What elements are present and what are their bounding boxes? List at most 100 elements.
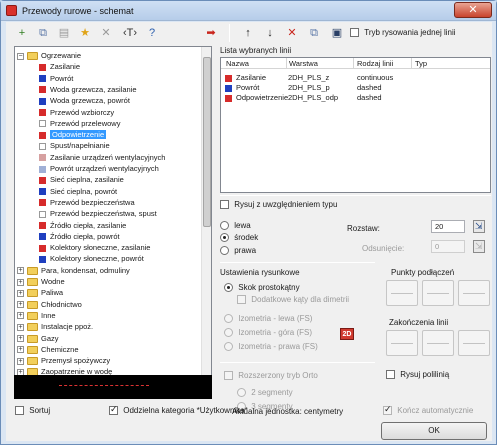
tree-item[interactable]: Spust/napełnianie bbox=[39, 140, 110, 151]
tree-item[interactable]: Kolektory słoneczne, powrót bbox=[39, 253, 144, 264]
align-center-radio[interactable] bbox=[220, 233, 229, 243]
new-icon[interactable]: + bbox=[14, 25, 30, 41]
close-button[interactable]: ✕ bbox=[454, 2, 492, 18]
column-name[interactable]: Nazwa bbox=[226, 59, 249, 68]
tree-group-ogrzewanie[interactable]: − Ogrzewanie bbox=[17, 50, 81, 61]
auto-finish-option[interactable]: Kończ automatycznie bbox=[383, 404, 473, 416]
column-type[interactable]: Typ bbox=[415, 59, 427, 68]
tree-item[interactable]: Sieć cieplna, zasilanie bbox=[39, 174, 124, 185]
expand-icon[interactable]: + bbox=[17, 312, 24, 320]
tree-group[interactable]: + Wodne bbox=[17, 276, 65, 287]
polyline-checkbox[interactable] bbox=[386, 370, 395, 380]
single-line-mode[interactable]: Tryb rysowania jednej linii bbox=[350, 28, 456, 38]
move-up-icon[interactable]: ↑ bbox=[240, 25, 256, 41]
tree-item[interactable]: Powrót urządzeń wentylacyjnych bbox=[39, 163, 159, 174]
tree-item[interactable]: Zasilanie urządzeń wentylacyjnych bbox=[39, 152, 165, 163]
iso-top-radio[interactable] bbox=[224, 328, 233, 338]
expand-icon[interactable]: + bbox=[17, 278, 24, 286]
tree-group[interactable]: + Chemiczne bbox=[17, 344, 79, 355]
segments-2-option[interactable]: 2 segmenty bbox=[237, 388, 293, 398]
save-icon[interactable]: ▣ bbox=[329, 25, 345, 41]
tree-item[interactable]: Przewód bezpieczeństwa, spust bbox=[39, 208, 157, 219]
duplicate-icon[interactable]: ⧉ bbox=[306, 25, 322, 41]
tree-group[interactable]: + Gazy bbox=[17, 333, 59, 344]
tree-item[interactable]: Źródło ciepła, zasilanie bbox=[39, 220, 126, 231]
ok-button[interactable]: OK bbox=[381, 422, 487, 440]
tree-group[interactable]: + Chłodnictwo bbox=[17, 299, 82, 310]
segments-2-radio[interactable] bbox=[237, 388, 246, 398]
tree-item[interactable]: Przewód wzbiorczy bbox=[39, 107, 114, 118]
offset-input[interactable]: 0 bbox=[431, 240, 465, 253]
tree-group[interactable]: + Inne bbox=[17, 310, 56, 321]
selected-lines-list[interactable]: Nazwa Warstwa Rodzaj linii Typ Zasilanie… bbox=[220, 57, 491, 193]
tree-group[interactable]: + Przemysł spożywczy bbox=[17, 355, 110, 366]
expand-icon[interactable]: + bbox=[17, 357, 24, 365]
expand-icon[interactable]: + bbox=[17, 346, 24, 354]
connection-none-button[interactable] bbox=[386, 280, 418, 306]
tree-scrollbar[interactable] bbox=[201, 47, 211, 380]
tree-item[interactable]: Sieć cieplna, powrót bbox=[39, 186, 117, 197]
line-category-tree[interactable]: − Ogrzewanie Zasilanie Powrót Woda grzewcza,… bbox=[14, 46, 212, 381]
iso-right-radio[interactable] bbox=[224, 342, 233, 352]
move-right-icon[interactable]: ➡ bbox=[203, 25, 219, 41]
expand-icon[interactable]: + bbox=[17, 289, 24, 297]
tree-item[interactable]: Źródło ciepła, powrót bbox=[39, 231, 120, 242]
expand-icon[interactable]: + bbox=[17, 267, 24, 275]
tree-item[interactable]: Odpowietrzenie bbox=[39, 129, 107, 140]
rename-icon[interactable]: ‹T› bbox=[120, 25, 140, 41]
2d-mode-icon[interactable]: 2D bbox=[340, 328, 354, 340]
separate-category-checkbox[interactable] bbox=[109, 404, 118, 416]
copy-icon[interactable]: ⧉ bbox=[35, 25, 51, 41]
iso-right-option[interactable]: Izometria - prawa (FS) bbox=[224, 342, 318, 352]
expand-icon[interactable]: + bbox=[17, 301, 24, 309]
tree-group[interactable]: + Paliwa bbox=[17, 287, 63, 298]
tree-scrollbar-thumb[interactable] bbox=[203, 57, 211, 227]
ending-arrow-button[interactable] bbox=[458, 330, 490, 356]
tree-item[interactable]: Woda grzewcza, powrót bbox=[39, 95, 130, 106]
polyline-option[interactable]: Rysuj polilinią bbox=[386, 370, 449, 380]
single-line-mode-checkbox[interactable] bbox=[350, 28, 359, 38]
connection-end-button[interactable] bbox=[458, 280, 490, 306]
align-right-radio[interactable] bbox=[220, 246, 229, 256]
offset-picker-button[interactable] bbox=[473, 240, 485, 253]
tree-item[interactable]: Przewód przelewowy bbox=[39, 118, 120, 129]
favorite-icon[interactable]: ★ bbox=[77, 25, 93, 41]
tree-item[interactable]: Zasilanie bbox=[39, 61, 80, 72]
tree-item[interactable]: Woda grzewcza, zasilanie bbox=[39, 84, 137, 95]
sort-option[interactable]: Sortuj bbox=[15, 406, 50, 416]
expand-icon[interactable]: + bbox=[17, 335, 24, 343]
extended-ortho-option[interactable]: Rozszerzony tryb Orto bbox=[224, 371, 318, 381]
draw-by-type-checkbox[interactable] bbox=[220, 200, 229, 210]
draw-by-type[interactable]: Rysuj z uwzględnieniem typu bbox=[220, 200, 337, 210]
collapse-icon[interactable]: − bbox=[17, 52, 24, 60]
tree-item[interactable]: Kolektory słoneczne, zasilanie bbox=[39, 242, 150, 253]
expand-icon[interactable]: + bbox=[17, 323, 24, 331]
iso-top-option[interactable]: Izometria - góra (FS) bbox=[224, 328, 312, 338]
ending-line-button[interactable] bbox=[422, 330, 454, 356]
extra-dimetry-option[interactable]: Dodatkowe kąty dla dimetrii bbox=[237, 295, 349, 305]
align-left-radio[interactable] bbox=[220, 221, 229, 231]
tree-group[interactable]: + Instalacje ppoż. bbox=[17, 321, 93, 332]
iso-left-option[interactable]: Izometria - lewa (FS) bbox=[224, 314, 312, 324]
remove-icon[interactable]: ✕ bbox=[284, 25, 300, 41]
align-left-option[interactable]: lewa bbox=[220, 221, 251, 231]
help-icon[interactable]: ? bbox=[144, 25, 160, 41]
skew-rect-radio[interactable] bbox=[224, 283, 233, 293]
tree-group[interactable]: + Para, kondensat, odmuliny bbox=[17, 265, 130, 276]
column-layer[interactable]: Warstwa bbox=[289, 59, 318, 68]
separate-category-option[interactable]: Oddzielna kategoria *Użytkownika* bbox=[109, 404, 248, 416]
tree-item[interactable]: Przewód bezpieczeństwa bbox=[39, 197, 135, 208]
align-right-option[interactable]: prawa bbox=[220, 246, 256, 256]
extended-ortho-checkbox[interactable] bbox=[224, 371, 233, 381]
sort-checkbox[interactable] bbox=[15, 406, 24, 416]
paste-icon[interactable]: ▤ bbox=[56, 25, 72, 41]
extra-dimetry-checkbox[interactable] bbox=[237, 295, 246, 305]
tree-item[interactable]: Powrót bbox=[39, 73, 73, 84]
delete-icon[interactable]: ✕ bbox=[98, 25, 114, 41]
iso-left-radio[interactable] bbox=[224, 314, 233, 324]
align-center-option[interactable]: środek bbox=[220, 233, 258, 243]
connection-center-button[interactable] bbox=[422, 280, 454, 306]
spacing-picker-button[interactable] bbox=[473, 220, 485, 233]
skew-rect-option[interactable]: Skok prostokątny bbox=[224, 283, 300, 293]
move-down-icon[interactable]: ↓ bbox=[262, 25, 278, 41]
